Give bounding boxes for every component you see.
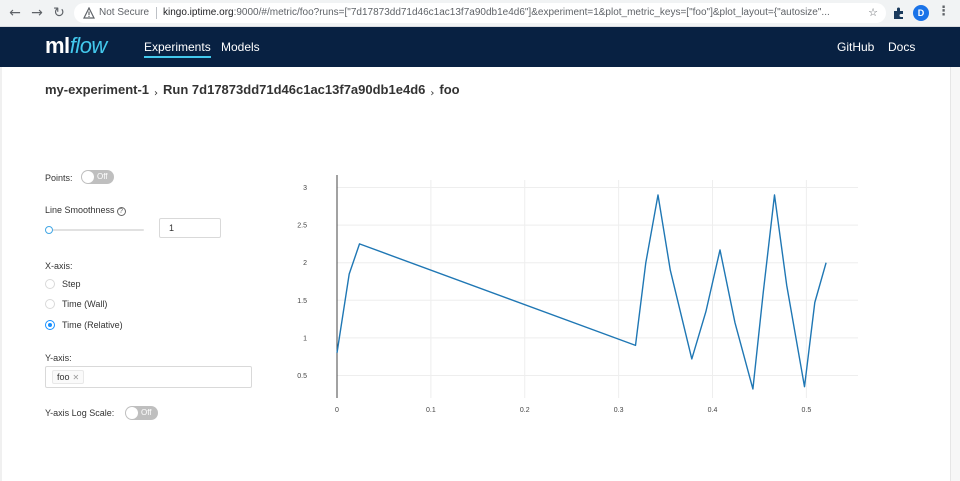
xaxis-option-step[interactable]: Step [62, 278, 81, 290]
close-icon[interactable]: ✕ [73, 373, 80, 382]
browser-toolbar: ← → ↻ Not Secure kingo.iptime.org:9000/#… [0, 0, 960, 27]
url-host: kingo.iptime.org [163, 7, 234, 18]
url-text[interactable]: kingo.iptime.org:9000/#/metric/foo?runs=… [163, 6, 863, 20]
nav-models[interactable]: Models [221, 40, 260, 54]
x-tick-label: 0.1 [426, 407, 436, 414]
smoothness-slider-track[interactable] [48, 229, 144, 231]
nav-experiments[interactable]: Experiments [144, 40, 211, 58]
url-path: :9000/#/metric/foo?runs=["7d17873dd71d46… [233, 7, 830, 18]
y-tick-label: 2.5 [297, 223, 307, 230]
vertical-scrollbar[interactable] [950, 67, 960, 481]
breadcrumb-metric: foo [439, 82, 460, 97]
log-scale-label: Y-axis Log Scale: [45, 408, 115, 418]
log-scale-toggle-text: Off [141, 408, 152, 417]
breadcrumb-experiment[interactable]: my-experiment-1 [45, 82, 149, 97]
profile-avatar[interactable]: D [913, 5, 929, 21]
plot-lines [336, 194, 827, 390]
line-smoothness-label: Line Smoothness? [45, 204, 126, 216]
toggle-knob [82, 171, 94, 183]
xaxis-label: X-axis: [45, 261, 73, 271]
chevron-right-icon: › [154, 88, 159, 99]
extensions-puzzle-icon[interactable] [892, 6, 906, 20]
not-secure-label: Not Secure [99, 7, 150, 18]
warning-icon [83, 7, 95, 19]
reload-icon[interactable]: ↻ [50, 4, 68, 22]
breadcrumb-run[interactable]: Run 7d17873dd71d46c1ac13f7a90db1e4d6 [163, 82, 425, 97]
nav-docs[interactable]: Docs [888, 40, 915, 54]
xaxis-radio-wall[interactable] [45, 299, 55, 309]
x-tick-label: 0.2 [520, 407, 530, 414]
yaxis-tag-text: foo [57, 372, 70, 382]
metric-plot[interactable]: 0.5 1 1.5 2 2.5 3 0 0.1 0.2 0.3 0.4 0.5 [290, 170, 890, 420]
address-bar[interactable]: Not Secure kingo.iptime.org:9000/#/metri… [74, 3, 886, 23]
x-tick-label: 0.4 [708, 407, 718, 414]
xaxis-radio-step[interactable] [45, 279, 55, 289]
bookmark-star-icon[interactable]: ☆ [868, 6, 878, 19]
points-toggle-text: Off [97, 172, 108, 181]
points-toggle[interactable]: Off [81, 170, 114, 184]
yaxis-tag: foo ✕ [52, 370, 85, 384]
y-tick-label: 1.5 [297, 298, 307, 305]
y-tick-label: 0.5 [297, 373, 307, 380]
left-scroll-edge [0, 67, 2, 481]
y-tick-label: 3 [303, 185, 307, 192]
browser-menu-icon[interactable]: ⋮ [937, 4, 950, 19]
plot-gridlines [336, 175, 858, 398]
mlflow-logo[interactable]: mlflow [45, 33, 107, 59]
metric-plot-svg[interactable]: 0.5 1 1.5 2 2.5 3 0 0.1 0.2 0.3 0.4 0.5 [290, 170, 890, 420]
y-tick-label: 2 [303, 260, 307, 267]
x-tick-label: 0.3 [614, 407, 624, 414]
xaxis-radio-relative[interactable] [45, 320, 55, 330]
toggle-knob [126, 407, 138, 419]
url-separator [156, 7, 157, 19]
line-smoothness-text: Line Smoothness [45, 205, 115, 215]
logo-ml: ml [45, 33, 70, 58]
yaxis-metric-select[interactable]: foo ✕ [45, 366, 252, 388]
x-tick-label: 0.5 [802, 407, 812, 414]
y-tick-label: 1 [303, 335, 307, 342]
back-arrow-icon[interactable]: ← [6, 4, 24, 22]
chevron-right-icon: › [430, 88, 435, 99]
series-line [336, 194, 827, 390]
logo-flow: flow [69, 33, 108, 58]
log-scale-toggle[interactable]: Off [125, 406, 158, 420]
xaxis-option-relative[interactable]: Time (Relative) [62, 319, 123, 331]
points-label: Points: [45, 173, 73, 183]
question-circle-icon[interactable]: ? [116, 207, 126, 216]
breadcrumb: my-experiment-1 › Run 7d17873dd71d46c1ac13… [45, 82, 460, 100]
smoothness-number-input[interactable]: 1 [159, 218, 221, 238]
app-header: mlflow Experiments Models GitHub Docs [0, 27, 960, 67]
forward-arrow-icon[interactable]: → [28, 4, 46, 22]
yaxis-label: Y-axis: [45, 353, 72, 363]
nav-github[interactable]: GitHub [837, 40, 874, 54]
plot-ticks: 0.5 1 1.5 2 2.5 3 0 0.1 0.2 0.3 0.4 0.5 [297, 185, 811, 414]
xaxis-option-wall[interactable]: Time (Wall) [62, 298, 107, 310]
x-tick-label: 0 [335, 407, 339, 414]
smoothness-slider-handle[interactable] [45, 226, 53, 234]
